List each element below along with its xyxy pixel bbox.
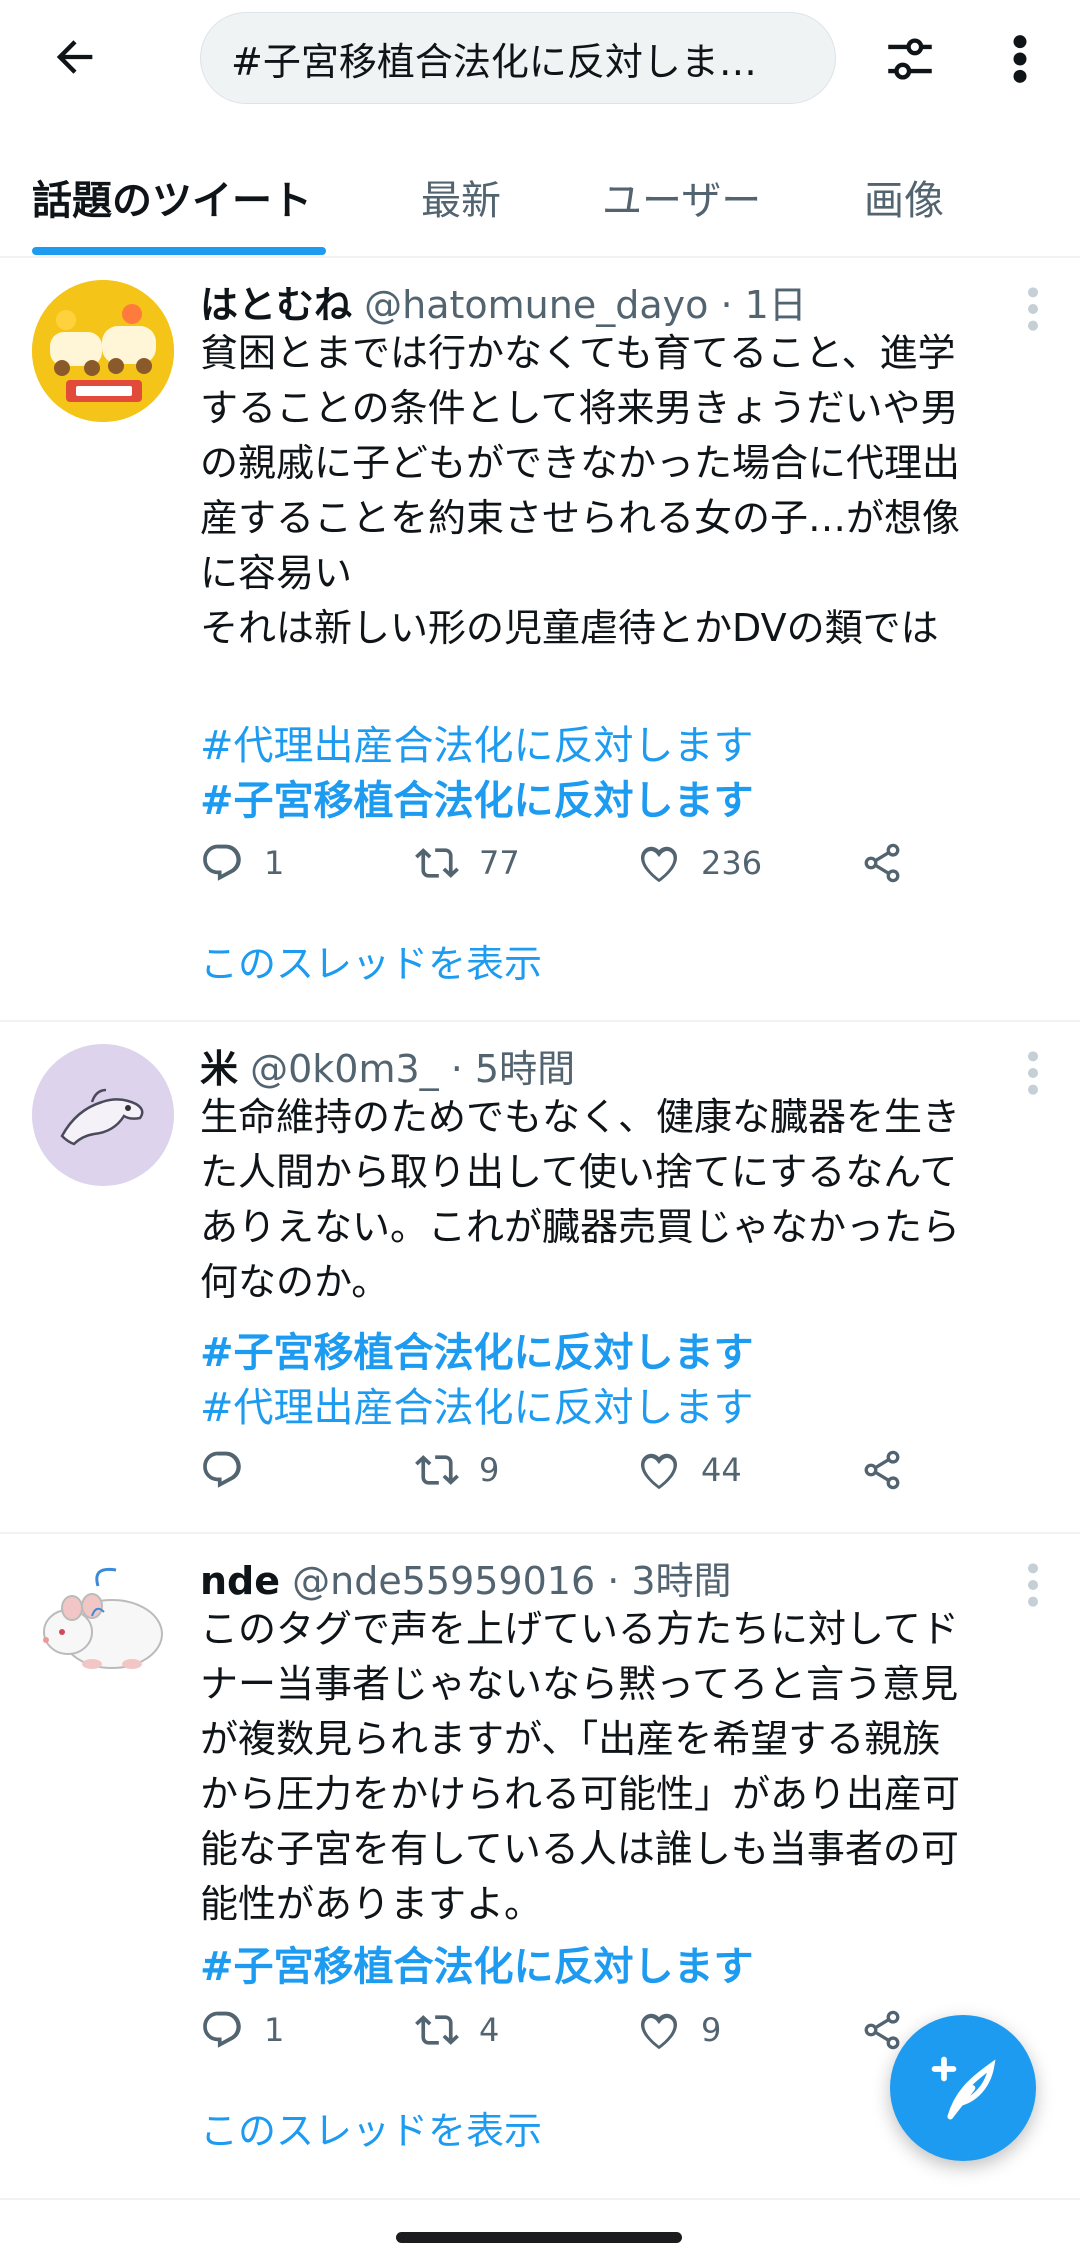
search-query: #子宮移植合法化に反対しま… bbox=[231, 39, 757, 84]
reply-button[interactable] bbox=[200, 1440, 264, 1500]
tab-latest[interactable]: 最新 bbox=[421, 168, 501, 226]
retweet-button[interactable]: 77 bbox=[415, 833, 520, 893]
like-icon bbox=[640, 1453, 678, 1490]
share-icon bbox=[864, 2010, 900, 2050]
tweet-actions: 9 44 bbox=[200, 1440, 1050, 1500]
active-tab-indicator bbox=[32, 247, 326, 255]
like-button[interactable]: 44 bbox=[637, 1440, 742, 1500]
like-icon bbox=[640, 846, 678, 883]
show-thread-link[interactable]: このスレッドを表示 bbox=[200, 2100, 542, 2155]
back-arrow-icon bbox=[56, 40, 93, 74]
more-vertical-icon bbox=[1013, 35, 1027, 83]
share-button[interactable] bbox=[860, 2000, 904, 2060]
retweet-icon bbox=[415, 848, 459, 878]
tweet-actions: 1 77 236 bbox=[200, 833, 1050, 893]
reply-button[interactable]: 1 bbox=[200, 833, 284, 893]
tweet-header: nde @nde55959016 · 3時間 bbox=[200, 1550, 732, 1605]
like-count: 9 bbox=[701, 2011, 722, 2049]
back-button[interactable] bbox=[40, 22, 110, 92]
retweet-button[interactable]: 9 bbox=[415, 1440, 499, 1500]
tweet-text: 生命維持のためでもなく、健康な臓器を生き た人間から取り出して使い捨てにするなん… bbox=[200, 1095, 961, 1304]
tab-photos[interactable]: 画像 bbox=[864, 168, 944, 226]
show-thread-link[interactable]: このスレッドを表示 bbox=[200, 933, 542, 988]
tab-top[interactable]: 話題のツイート bbox=[32, 168, 312, 226]
hashtag-link[interactable]: #代理出産合法化に反対します bbox=[200, 1375, 754, 1433]
display-name[interactable]: nde bbox=[200, 1559, 280, 1603]
retweet-icon bbox=[415, 1455, 459, 1485]
compose-tweet-button[interactable] bbox=[890, 2015, 1036, 2161]
avatar[interactable] bbox=[32, 1556, 174, 1698]
tweet-header: はとむね @hatomune_dayo · 1日 bbox=[200, 274, 807, 329]
avatar[interactable] bbox=[32, 280, 174, 422]
hashtag-link[interactable]: #代理出産合法化に反対します bbox=[200, 713, 754, 771]
user-handle[interactable]: @hatomune_dayo bbox=[364, 283, 708, 327]
tweet-time: · 5時間 bbox=[450, 1047, 576, 1091]
search-input[interactable]: #子宮移植合法化に反対しま… bbox=[200, 12, 836, 104]
retweet-button[interactable]: 4 bbox=[415, 2000, 499, 2060]
tweet[interactable]: はとむね @hatomune_dayo · 1日 貧困とまでは行かなくても育てる… bbox=[0, 258, 1080, 1022]
tweet-time: · 1日 bbox=[720, 283, 807, 327]
retweet-count: 77 bbox=[479, 844, 520, 882]
avatar[interactable] bbox=[32, 1044, 174, 1186]
tweet-header: 米 @0k0m3_ · 5時間 bbox=[200, 1038, 575, 1093]
compose-tweet-icon bbox=[931, 2056, 996, 2120]
reply-icon bbox=[203, 844, 241, 881]
tweet-text: このタグで声を上げている方たちに対してド ナー当事者じゃないなら黙ってろと言う意… bbox=[200, 1607, 961, 1926]
share-button[interactable] bbox=[860, 1440, 904, 1500]
more-options-button[interactable] bbox=[990, 24, 1050, 94]
retweet-count: 9 bbox=[479, 1451, 500, 1489]
avatar-image bbox=[32, 280, 174, 422]
share-icon bbox=[864, 1450, 900, 1490]
avatar-image bbox=[32, 1556, 174, 1698]
reply-button[interactable]: 1 bbox=[200, 2000, 284, 2060]
tweet-time: · 3時間 bbox=[607, 1559, 732, 1603]
share-button[interactable] bbox=[860, 833, 904, 893]
avatar-image bbox=[32, 1044, 174, 1186]
tab-people[interactable]: ユーザー bbox=[602, 168, 761, 226]
user-handle[interactable]: @0k0m3_ bbox=[250, 1047, 439, 1091]
hashtag-link[interactable]: #子宮移植合法化に反対します bbox=[200, 1320, 754, 1378]
tweet-text: 貧困とまでは行かなくても育てること、進学 することの条件として将来男きょうだいや… bbox=[200, 331, 961, 650]
display-name[interactable]: 米 bbox=[200, 1047, 238, 1091]
hashtag-link[interactable]: #子宮移植合法化に反対します bbox=[200, 768, 754, 826]
hashtag-link[interactable]: #子宮移植合法化に反対します bbox=[200, 1934, 754, 1992]
retweet-count: 4 bbox=[479, 2011, 500, 2049]
reply-count: 1 bbox=[264, 844, 285, 882]
reply-icon bbox=[203, 1451, 241, 1488]
like-button[interactable]: 236 bbox=[637, 833, 762, 893]
like-button[interactable]: 9 bbox=[637, 2000, 721, 2060]
filter-icon bbox=[888, 38, 932, 80]
user-handle[interactable]: @nde55959016 bbox=[292, 1559, 595, 1603]
reply-count: 1 bbox=[264, 2011, 285, 2049]
display-name[interactable]: はとむね bbox=[200, 283, 352, 327]
like-count: 236 bbox=[701, 844, 763, 882]
tweet[interactable]: 米 @0k0m3_ · 5時間 生命維持のためでもなく、健康な臓器を生き た人間… bbox=[0, 1022, 1080, 1534]
top-bar: #子宮移植合法化に反対しま… bbox=[0, 0, 1080, 118]
like-count: 44 bbox=[701, 1451, 742, 1489]
retweet-icon bbox=[415, 2015, 459, 2045]
filter-button[interactable] bbox=[875, 24, 945, 94]
search-tabs: 話題のツイート 最新 ユーザー 画像 bbox=[0, 150, 1080, 258]
home-indicator[interactable] bbox=[396, 2232, 682, 2243]
share-icon bbox=[864, 843, 900, 883]
reply-icon bbox=[203, 2011, 241, 2048]
like-icon bbox=[640, 2013, 678, 2050]
